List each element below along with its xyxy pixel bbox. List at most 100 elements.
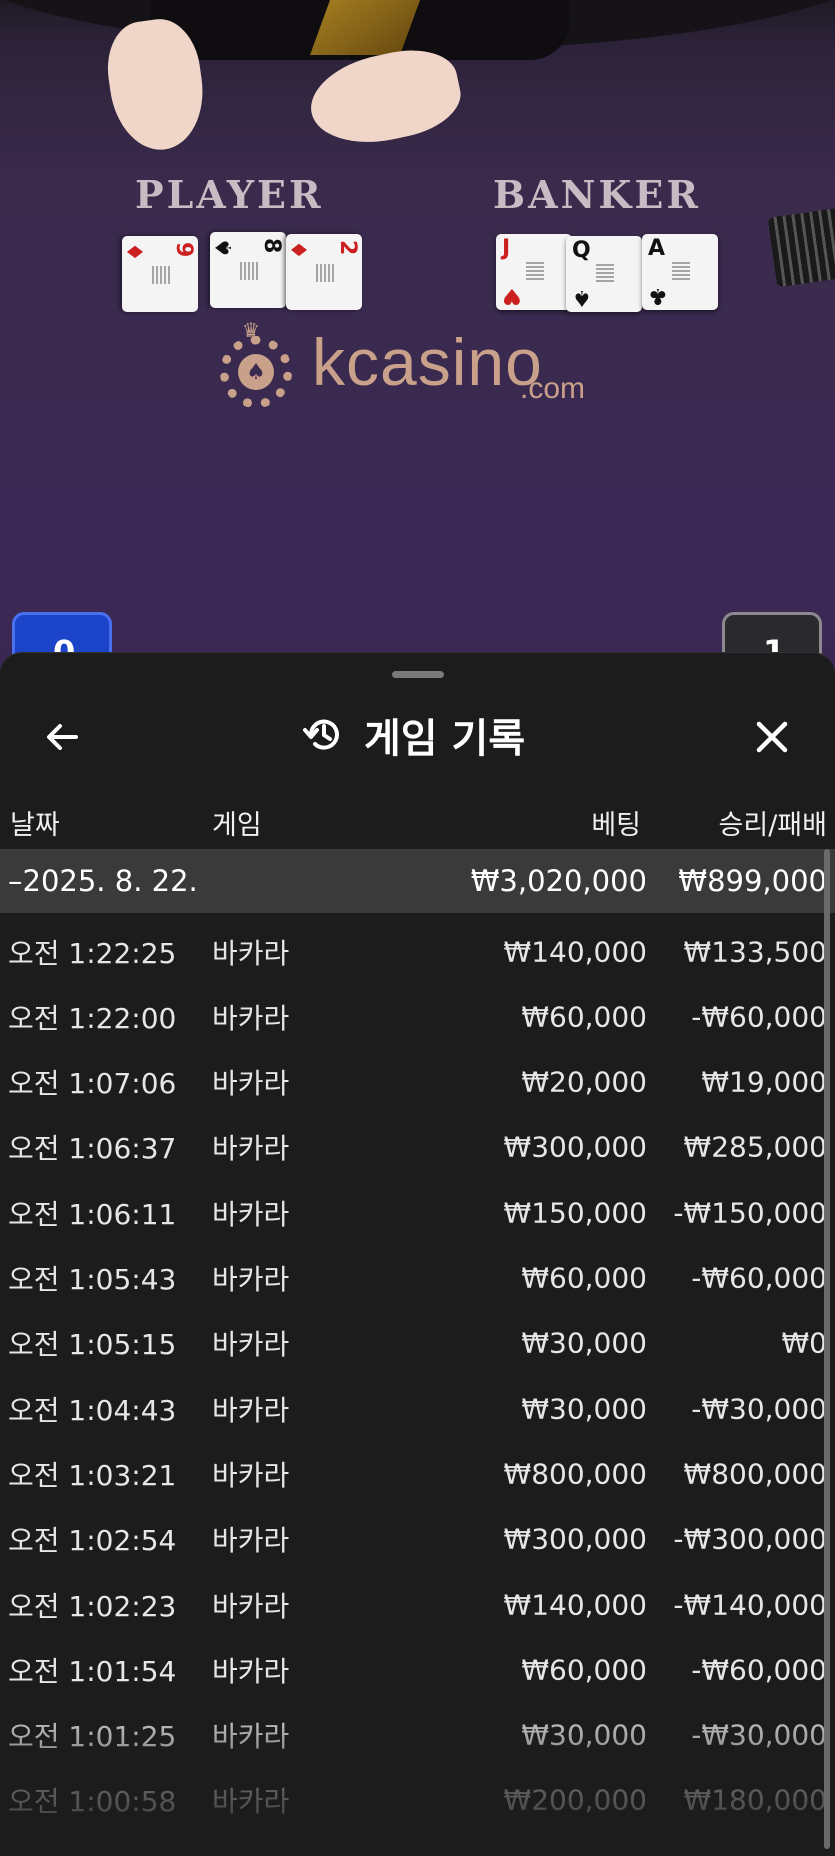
row-time: 오전 1:00:58: [8, 1785, 177, 1819]
row-game: 바카라: [212, 1328, 290, 1362]
summary-bet-total: ₩3,020,000: [470, 864, 647, 898]
back-button[interactable]: [32, 707, 92, 767]
row-game: 바카라: [212, 1067, 290, 1101]
card-pattern: [152, 266, 170, 284]
card-rank: A: [648, 236, 666, 261]
sheet-title: 게임 기록: [364, 716, 526, 762]
history-row[interactable]: 오전 1:07:06 바카라 ₩20,000 ₩19,000: [0, 1050, 835, 1115]
row-time: 오전 1:22:00: [8, 1001, 177, 1035]
row-game: 바카라: [212, 1001, 290, 1035]
row-time: 오전 1:06:37: [8, 1132, 177, 1166]
row-game: 바카라: [212, 1720, 290, 1754]
card-suit: ♠: [212, 238, 237, 258]
row-bet: ₩20,000: [521, 1065, 647, 1099]
sheet-header: 게임 기록: [0, 693, 835, 783]
row-result: -₩140,000: [673, 1588, 827, 1621]
row-time: 오전 1:02:23: [8, 1589, 177, 1623]
card-rank: 8: [259, 238, 284, 254]
history-row[interactable]: 오전 1:22:00 바카라 ₩60,000 -₩60,000: [0, 984, 835, 1049]
column-header-result: 승리/패배: [718, 810, 827, 841]
card-suit: ♦: [124, 242, 149, 262]
playing-card: 8 ♠: [210, 232, 286, 308]
row-game: 바카라: [212, 1458, 290, 1492]
row-game: 바카라: [212, 936, 290, 970]
row-time: 오전 1:01:54: [8, 1654, 177, 1688]
card-suit: ♣: [648, 283, 668, 308]
card-suit: ♦: [288, 240, 313, 260]
history-row[interactable]: 오전 1:02:23 바카라 ₩140,000 -₩140,000: [0, 1572, 835, 1637]
close-button[interactable]: [742, 707, 802, 767]
card-suit: ♠: [572, 285, 592, 310]
row-result: -₩30,000: [691, 1718, 827, 1752]
card-suit: ♥: [502, 283, 522, 308]
row-bet: ₩300,000: [503, 1522, 647, 1556]
history-row[interactable]: 오전 1:03:21 바카라 ₩800,000 ₩800,000: [0, 1441, 835, 1506]
card-pattern: [672, 262, 690, 280]
sheet-drag-handle[interactable]: [392, 671, 444, 678]
row-result: -₩60,000: [691, 1000, 827, 1034]
summary-date: –2025. 8. 22.: [8, 864, 198, 898]
playing-card: Q ♠: [566, 236, 642, 312]
playing-card: 9 ♦: [122, 236, 198, 312]
row-bet: ₩150,000: [503, 1196, 647, 1230]
card-rank: 2: [335, 240, 360, 256]
chip-icon: ♠: [220, 336, 292, 408]
history-row[interactable]: 오전 1:04:43 바카라 ₩30,000 -₩30,000: [0, 1376, 835, 1441]
playing-card: 2 ♦: [286, 234, 362, 310]
row-result: -₩60,000: [691, 1261, 827, 1295]
row-game: 바카라: [212, 1785, 290, 1819]
history-list: 오전 1:22:25 바카라 ₩140,000 ₩133,500 오전 1:22:00 바…: [0, 919, 835, 1856]
close-icon: [756, 721, 788, 753]
playing-card: J ♥: [496, 234, 572, 310]
row-bet: ₩300,000: [503, 1130, 647, 1164]
sheet-title-group: 게임 기록: [302, 705, 525, 765]
history-row[interactable]: 오전 1:00:58 바카라 ₩200,000 ₩180,000: [0, 1768, 835, 1833]
row-time: 오전 1:03:21: [8, 1458, 177, 1492]
row-time: 오전 1:05:15: [8, 1328, 177, 1362]
row-game: 바카라: [212, 1654, 290, 1688]
game-history-sheet: 게임 기록 날짜 게임 베팅 승리/패배 –2025. 8. 22. ₩3,02…: [0, 652, 835, 1856]
row-game: 바카라: [212, 1132, 290, 1166]
history-row[interactable]: 오전 1:22:25 바카라 ₩140,000 ₩133,500: [0, 919, 835, 984]
history-row[interactable]: 오전 1:05:15 바카라 ₩30,000 ₩0: [0, 1311, 835, 1376]
scrollbar[interactable]: [824, 849, 830, 1849]
card-pattern: [526, 262, 544, 280]
row-game: 바카라: [212, 1524, 290, 1558]
card-pattern: [596, 264, 614, 282]
card-rank: 9: [171, 242, 196, 258]
history-icon: [303, 719, 339, 750]
row-time: 오전 1:02:54: [8, 1524, 177, 1558]
row-result: -₩60,000: [691, 1653, 827, 1687]
row-bet: ₩140,000: [503, 1588, 647, 1621]
date-summary-row[interactable]: –2025. 8. 22. ₩3,020,000 ₩899,000: [0, 849, 835, 913]
row-bet: ₩800,000: [503, 1457, 647, 1491]
row-time: 오전 1:01:25: [8, 1720, 177, 1754]
row-result: ₩180,000: [683, 1783, 827, 1817]
history-row[interactable]: 오전 1:06:37 바카라 ₩300,000 ₩285,000: [0, 1115, 835, 1180]
row-result: ₩0: [781, 1326, 828, 1360]
brand-domain: .com: [520, 372, 586, 405]
brand-name: kcasino: [312, 325, 543, 399]
history-row[interactable]: 오전 1:02:54 바카라 ₩300,000 -₩300,000: [0, 1507, 835, 1572]
column-header-bet: 베팅: [591, 810, 641, 841]
row-time: 오전 1:05:43: [8, 1263, 177, 1296]
row-time: 오전 1:04:43: [8, 1393, 177, 1427]
history-row[interactable]: 오전 1:05:43 바카라 ₩60,000 -₩60,000: [0, 1246, 835, 1311]
row-game: 바카라: [212, 1589, 290, 1623]
history-row[interactable]: 오전 1:01:25 바카라 ₩30,000 -₩30,000: [0, 1703, 835, 1768]
column-header-game: 게임: [212, 810, 262, 841]
history-row[interactable]: 오전 1:01:54 바카라 ₩60,000 -₩60,000: [0, 1637, 835, 1702]
row-time: 오전 1:06:11: [8, 1197, 177, 1231]
row-game: 바카라: [212, 1263, 290, 1296]
row-result: ₩133,500: [683, 935, 827, 968]
row-bet: ₩140,000: [503, 935, 647, 968]
row-result: -₩150,000: [673, 1196, 827, 1230]
row-bet: ₩60,000: [521, 1000, 647, 1034]
row-game: 바카라: [212, 1197, 290, 1231]
row-result: -₩300,000: [673, 1522, 827, 1556]
card-shoe: [767, 206, 835, 288]
row-time: 오전 1:07:06: [8, 1067, 177, 1101]
history-row[interactable]: 오전 1:06:11 바카라 ₩150,000 -₩150,000: [0, 1180, 835, 1245]
row-bet: ₩200,000: [503, 1783, 647, 1817]
brand-logo: ♛ ♠ kcasino .com: [220, 318, 640, 408]
